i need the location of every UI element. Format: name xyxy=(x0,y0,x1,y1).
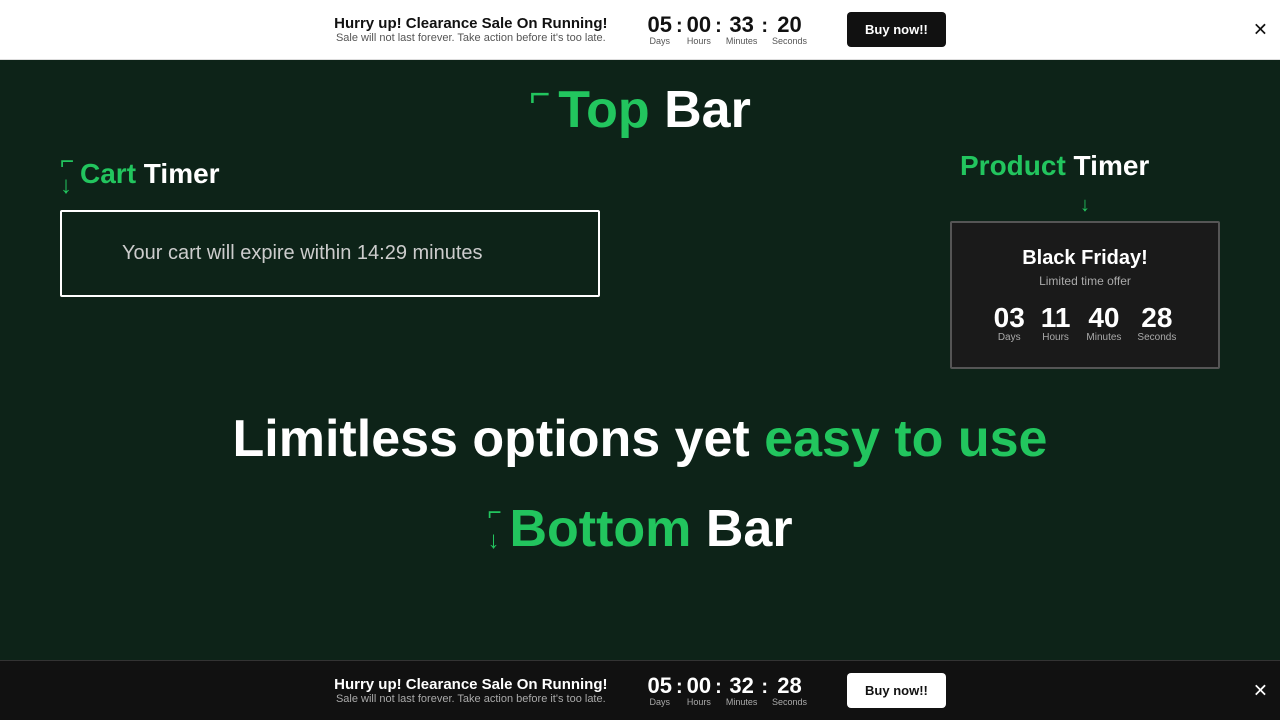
product-widget-subtitle: Limited time offer xyxy=(980,274,1190,288)
seconds-label: Seconds xyxy=(772,36,807,46)
cart-label-green: Cart xyxy=(80,158,136,189)
bottom-bar-text: Hurry up! Clearance Sale On Running! Sal… xyxy=(334,676,607,705)
seconds-value: 20 xyxy=(777,14,801,36)
top-bar-countdown: 05 Days : 00 Hours : 33 Minutes : 20 Sec… xyxy=(648,14,808,46)
days-value: 05 xyxy=(648,14,672,36)
bottom-days-unit: 05 Days xyxy=(648,675,672,707)
bottom-hours-unit: 00 Hours xyxy=(687,675,711,707)
seconds-unit: 20 Seconds xyxy=(772,14,807,46)
product-label-white: Timer xyxy=(1066,150,1150,181)
main-content: ⌐ Top Bar ⌐↓ Cart Timer Your cart will e… xyxy=(0,60,1280,660)
bottom-hours-value: 00 xyxy=(687,675,711,697)
hours-label: Hours xyxy=(687,36,711,46)
product-seconds-value: 28 xyxy=(1141,304,1172,332)
product-label-green: Product xyxy=(960,150,1066,181)
bottom-bar-heading-green: Bottom xyxy=(509,500,691,558)
product-widget-title: Black Friday! xyxy=(980,247,1190,270)
bottom-minutes-value: 32 xyxy=(729,675,753,697)
top-bar-subtitle: Sale will not last forever. Take action … xyxy=(334,32,607,44)
bottom-seconds-label: Seconds xyxy=(772,697,807,707)
bottom-bar: Hurry up! Clearance Sale On Running! Sal… xyxy=(0,660,1280,720)
limitless-part2: easy to use xyxy=(750,410,1048,468)
product-hours-value: 11 xyxy=(1041,304,1071,332)
product-label-text: Product Timer xyxy=(960,150,1149,182)
product-timer-label: Product Timer xyxy=(960,150,1149,182)
bottom-bar-close-button[interactable]: ✕ xyxy=(1253,680,1268,701)
top-bar-section-heading: Top Bar xyxy=(558,80,751,140)
cart-label-white: Timer xyxy=(136,158,220,189)
cart-widget-text: Your cart will expire within 14:29 minut… xyxy=(122,242,483,264)
product-countdown: 03 Days 11 Hours 40 Minutes 28 xyxy=(980,304,1190,343)
bottom-minutes-label: Minutes xyxy=(726,697,758,707)
bottom-bar-section-label: ⌐↓ Bottom Bar xyxy=(487,499,792,559)
cart-timer-label: ⌐↓ Cart Timer xyxy=(60,150,600,198)
bottom-days-label: Days xyxy=(650,697,671,707)
widgets-row: ⌐↓ Cart Timer Your cart will expire with… xyxy=(0,150,1280,369)
bottom-sep2: : xyxy=(715,677,722,697)
bottom-hours-label: Hours xyxy=(687,697,711,707)
top-bar-heading-green: Top xyxy=(558,81,649,139)
product-hours-unit: 11 Hours xyxy=(1041,304,1071,343)
bottom-bar-subtitle: Sale will not last forever. Take action … xyxy=(334,693,607,705)
top-bar: Hurry up! Clearance Sale On Running! Sal… xyxy=(0,0,1280,60)
cart-arrow-icon: ⌐↓ xyxy=(60,150,74,198)
product-days-value: 03 xyxy=(994,304,1025,332)
top-bar-text: Hurry up! Clearance Sale On Running! Sal… xyxy=(334,15,607,44)
minutes-value: 33 xyxy=(729,14,753,36)
bottom-bar-buy-button[interactable]: Buy now!! xyxy=(847,673,946,708)
top-bar-title: Hurry up! Clearance Sale On Running! xyxy=(334,15,607,32)
product-days-unit: 03 Days xyxy=(994,304,1025,343)
top-bar-close-button[interactable]: ✕ xyxy=(1253,19,1268,40)
product-minutes-unit: 40 Minutes xyxy=(1086,304,1121,343)
hours-unit: 00 Hours xyxy=(687,14,711,46)
sep1: : xyxy=(676,16,683,36)
cart-label-text: Cart Timer xyxy=(80,158,220,190)
minutes-label: Minutes xyxy=(726,36,758,46)
bottom-bar-heading-white: Bar xyxy=(691,500,792,558)
top-bar-section-label: ⌐ Top Bar xyxy=(529,80,751,140)
product-minutes-value: 40 xyxy=(1088,304,1119,332)
bottom-minutes-unit: 32 Minutes xyxy=(726,675,758,707)
hours-value: 00 xyxy=(687,14,711,36)
minutes-unit: 33 Minutes xyxy=(726,14,758,46)
product-widget: Black Friday! Limited time offer 03 Days… xyxy=(950,221,1220,369)
bottom-days-value: 05 xyxy=(648,675,672,697)
cart-timer-section: ⌐↓ Cart Timer Your cart will expire with… xyxy=(60,150,600,297)
bottom-seconds-unit: 28 Seconds xyxy=(772,675,807,707)
bottom-bar-arrow-icon: ⌐↓ xyxy=(487,499,501,555)
product-seconds-label: Seconds xyxy=(1137,332,1176,343)
product-timer-section: Product Timer ↓ Black Friday! Limited ti… xyxy=(950,150,1220,369)
bottom-bar-title: Hurry up! Clearance Sale On Running! xyxy=(334,676,607,693)
product-minutes-label: Minutes xyxy=(1086,332,1121,343)
limitless-part1: Limitless options yet xyxy=(233,410,750,468)
bottom-seconds-value: 28 xyxy=(777,675,801,697)
product-seconds-unit: 28 Seconds xyxy=(1137,304,1176,343)
sep2: : xyxy=(715,16,722,36)
product-days-label: Days xyxy=(998,332,1021,343)
sep3: : xyxy=(761,16,768,36)
days-label: Days xyxy=(650,36,671,46)
days-unit: 05 Days xyxy=(648,14,672,46)
top-bar-heading-white: Bar xyxy=(650,81,751,139)
bottom-sep3: : xyxy=(761,677,768,697)
bottom-bar-section-heading: Bottom Bar xyxy=(509,499,792,559)
cart-widget: Your cart will expire within 14:29 minut… xyxy=(60,210,600,297)
limitless-heading: Limitless options yet easy to use xyxy=(193,409,1088,469)
top-bar-arrow-icon: ⌐ xyxy=(529,76,550,112)
bottom-sep1: : xyxy=(676,677,683,697)
top-bar-buy-button[interactable]: Buy now!! xyxy=(847,12,946,47)
product-hours-label: Hours xyxy=(1042,332,1069,343)
bottom-bar-countdown: 05 Days : 00 Hours : 32 Minutes : 28 Sec… xyxy=(648,675,808,707)
